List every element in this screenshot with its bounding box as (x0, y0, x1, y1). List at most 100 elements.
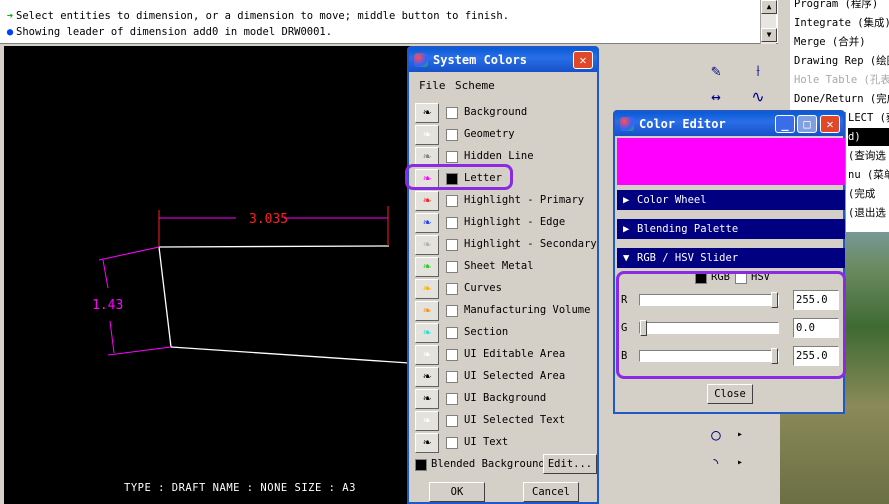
color-editor-titlebar[interactable]: Color Editor _ □ ✕ (615, 112, 843, 136)
geometry-line-top[interactable] (158, 245, 390, 248)
slider-thumb[interactable] (640, 320, 647, 336)
section-color-wheel[interactable]: ▶ Color Wheel (617, 190, 845, 210)
color-row-checkbox[interactable] (446, 195, 458, 207)
blended-background-label: Blended Background (431, 458, 545, 470)
color-swatch-button[interactable]: ❧ (415, 147, 439, 167)
color-swatch-button[interactable]: ❧ (415, 125, 439, 145)
dimension-tool-icon[interactable]: ↔ (704, 85, 728, 109)
color-row-checkbox[interactable] (446, 283, 458, 295)
color-row-checkbox[interactable] (446, 393, 458, 405)
slider-value-input[interactable]: 255.0 (793, 346, 839, 366)
color-row: ❧ UI Editable Area (413, 344, 597, 366)
system-colors-titlebar[interactable]: System Colors ✕ (409, 48, 597, 72)
message-scrollbar[interactable]: ▲ ▼ (760, 0, 777, 44)
menu-file[interactable]: File (419, 79, 446, 92)
color-row-checkbox[interactable] (446, 261, 458, 273)
color-row-checkbox[interactable] (446, 437, 458, 449)
drawing-status-text: TYPE : DRAFT NAME : NONE SIZE : A3 (124, 482, 356, 494)
color-swatch-button[interactable]: ❧ (415, 367, 439, 387)
drawing-canvas[interactable]: 3.035 1.43 TYPE : DRAFT NAME : NONE SIZE… (4, 46, 424, 504)
slider-row: G 0.0 (621, 318, 843, 338)
hsv-mode-checkbox[interactable] (735, 272, 747, 284)
color-swatch-button[interactable]: ❧ (415, 191, 439, 211)
menu-item[interactable]: Program (程序) (794, 0, 878, 13)
color-row: ❧ Geometry (413, 124, 597, 146)
color-row-checkbox[interactable] (446, 415, 458, 427)
blended-background-row: Blended Background Edit... (413, 454, 597, 476)
color-row-checkbox[interactable] (446, 349, 458, 361)
menu-item[interactable]: Integrate (集成) (794, 14, 889, 32)
scroll-up-button[interactable]: ▲ (761, 0, 777, 14)
color-swatch-button[interactable]: ❧ (415, 433, 439, 453)
color-row-checkbox[interactable] (446, 173, 458, 185)
circle-tool-icon[interactable]: ○ (704, 423, 728, 447)
section-color-wheel-label: Color Wheel (637, 194, 707, 206)
close-icon[interactable]: ✕ (820, 115, 840, 133)
menu-item[interactable]: Done/Return (完成 (794, 90, 889, 108)
slider-thumb[interactable] (771, 292, 778, 308)
slider-value-input[interactable]: 0.0 (793, 318, 839, 338)
color-swatch-button[interactable]: ❧ (415, 323, 439, 343)
tangent-tool-icon[interactable]: ⟊ (746, 59, 770, 83)
extension-line-bottom-v (107, 346, 172, 356)
color-swatch-button[interactable]: ❧ (415, 213, 439, 233)
color-row-checkbox[interactable] (446, 151, 458, 163)
spline-tool-icon[interactable]: ∿ (746, 85, 770, 109)
dimension-text-vertical[interactable]: 1.43 (92, 298, 123, 313)
minimize-icon[interactable]: _ (775, 115, 795, 133)
close-icon[interactable]: ✕ (573, 51, 593, 69)
expand-right-icon: ▶ (623, 223, 630, 235)
color-row-checkbox[interactable] (446, 305, 458, 317)
slider-track[interactable] (639, 320, 779, 336)
select-menu-item[interactable]: (查询选 (848, 147, 886, 165)
dimension-text-horizontal[interactable]: 3.035 (249, 212, 288, 227)
section-blending-palette[interactable]: ▶ Blending Palette (617, 219, 845, 239)
cancel-button[interactable]: Cancel (523, 482, 579, 502)
ok-button[interactable]: OK (429, 482, 485, 502)
color-swatch-button[interactable]: ❧ (415, 411, 439, 431)
slider-thumb[interactable] (771, 348, 778, 364)
select-menu-item[interactable]: LECT (获 (848, 112, 889, 127)
select-menu-item[interactable]: nu (菜单 (848, 166, 889, 184)
close-button[interactable]: Close (707, 384, 753, 404)
color-row: ❧ UI Text (413, 432, 597, 454)
select-menu-item[interactable]: d) (848, 128, 889, 146)
color-swatch-button[interactable]: ❧ (415, 345, 439, 365)
maximize-icon[interactable]: □ (797, 115, 817, 133)
section-rgb-hsv-slider[interactable]: ▼ RGB / HSV Slider (617, 248, 845, 268)
color-row-checkbox[interactable] (446, 129, 458, 141)
slider-track[interactable] (639, 292, 779, 308)
menu-item[interactable]: Merge (合并) (794, 33, 866, 51)
format-tool-icon[interactable]: ✎ (704, 59, 728, 83)
slider-track[interactable] (639, 348, 779, 364)
select-menu-item[interactable]: (退出选 (848, 204, 886, 222)
geometry-line-left[interactable] (158, 246, 172, 348)
color-swatch-button[interactable]: ❧ (415, 257, 439, 277)
blended-background-checkbox[interactable] (415, 459, 427, 471)
color-swatch-button[interactable]: ❧ (415, 169, 439, 189)
slider-value-input[interactable]: 255.0 (793, 290, 839, 310)
color-swatch-button[interactable]: ❧ (415, 235, 439, 255)
edit-button[interactable]: Edit... (543, 454, 597, 474)
color-swatch-button[interactable]: ❧ (415, 103, 439, 123)
menu-item[interactable]: Drawing Rep (绘图 (794, 52, 889, 70)
rgb-mode-checkbox[interactable] (695, 272, 707, 284)
color-row-checkbox[interactable] (446, 107, 458, 119)
color-row: ❧ Highlight - Primary (413, 190, 597, 212)
color-row-checkbox[interactable] (446, 327, 458, 339)
color-row-checkbox[interactable] (446, 371, 458, 383)
color-swatch-button[interactable]: ❧ (415, 389, 439, 409)
geometry-line-bottom[interactable] (170, 346, 424, 365)
color-swatch-button[interactable]: ❧ (415, 301, 439, 321)
menu-scheme[interactable]: Scheme (455, 79, 495, 92)
slider-label: R (621, 294, 628, 306)
arc-more-arrow-icon[interactable]: ▸ (728, 451, 752, 475)
circle-more-arrow-icon[interactable]: ▸ (728, 423, 752, 447)
arc-tool-icon[interactable]: ◝ (704, 451, 728, 475)
color-swatch-button[interactable]: ❧ (415, 279, 439, 299)
color-row-checkbox[interactable] (446, 239, 458, 251)
select-menu-item[interactable]: (完成 (848, 185, 875, 203)
scroll-down-button[interactable]: ▼ (761, 28, 777, 42)
color-row-checkbox[interactable] (446, 217, 458, 229)
color-row-label: Highlight - Edge (464, 216, 566, 228)
